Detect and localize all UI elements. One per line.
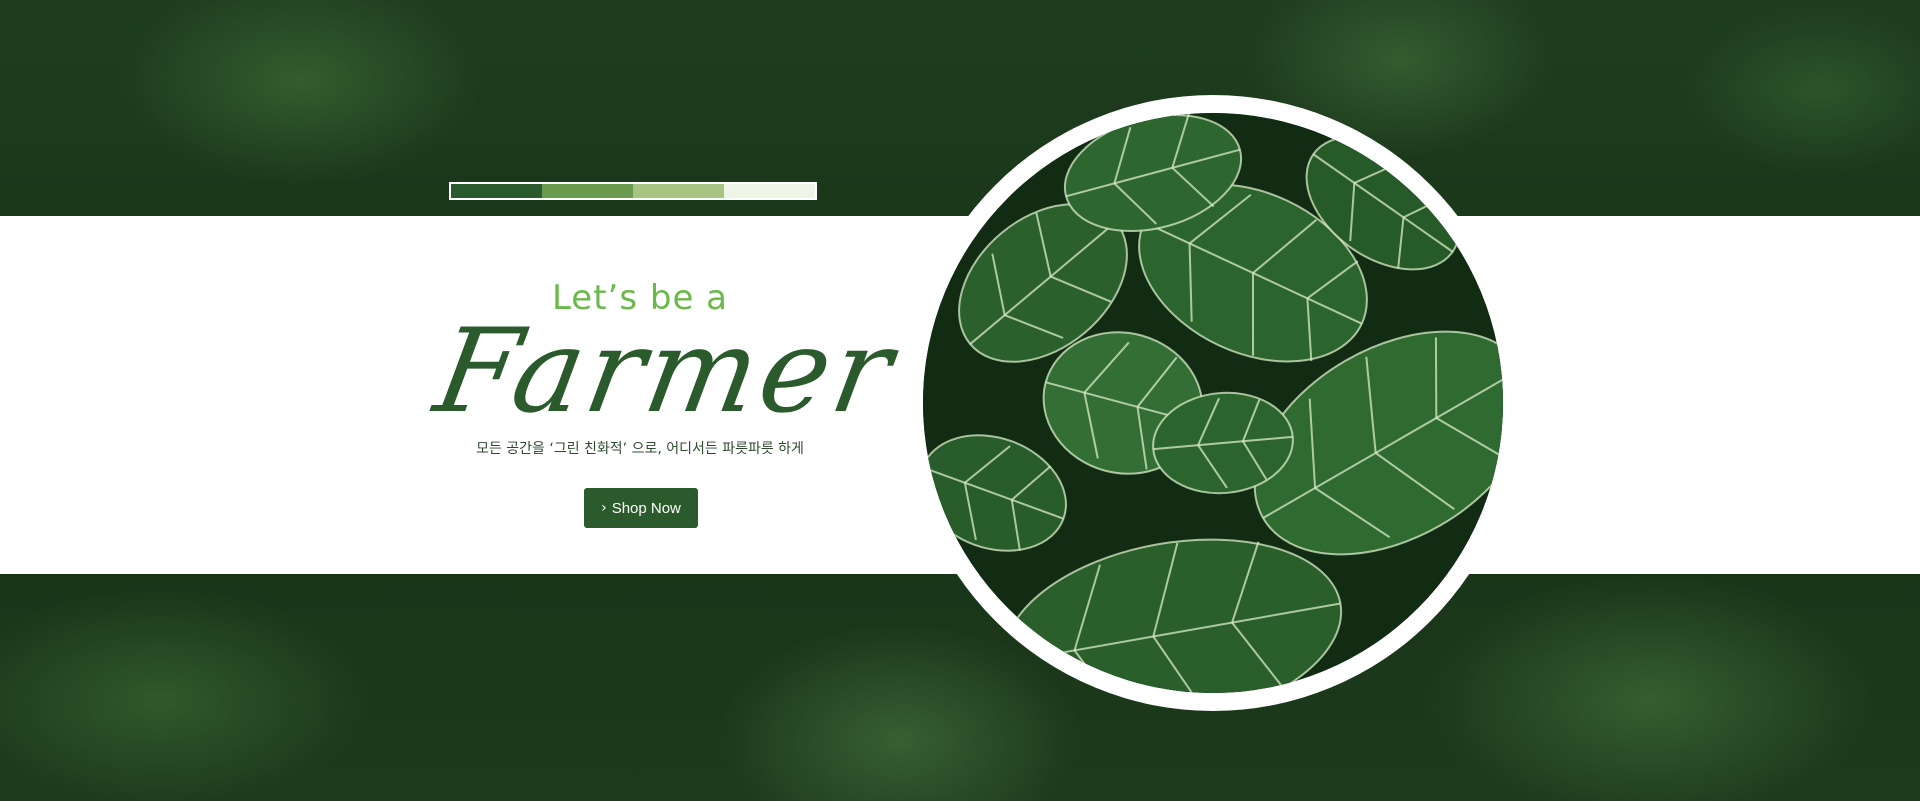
hero-subtitle: 모든 공간을 ‘그린 친화적’ 으로, 어디서든 파릇파릇 하게 [476,441,804,457]
color-palette-strip [449,182,817,200]
palette-swatch [451,184,542,198]
hero-headline: Farmer [426,304,906,439]
palette-swatch [542,184,633,198]
leaf-image [923,113,1503,693]
hero-banner: Let’s be a Farmer 모든 공간을 ‘그린 친화적’ 으로, 어디… [0,0,1920,801]
shop-now-label: Shop Now [611,499,681,517]
palette-swatch [724,184,815,198]
shop-now-button[interactable]: › Shop Now [584,488,698,528]
chevron-right-icon: › [601,500,607,516]
hero-text-block: Let’s be a Farmer 모든 공간을 ‘그린 친화적’ 으로, 어디… [420,216,905,574]
palette-swatch [633,184,724,198]
